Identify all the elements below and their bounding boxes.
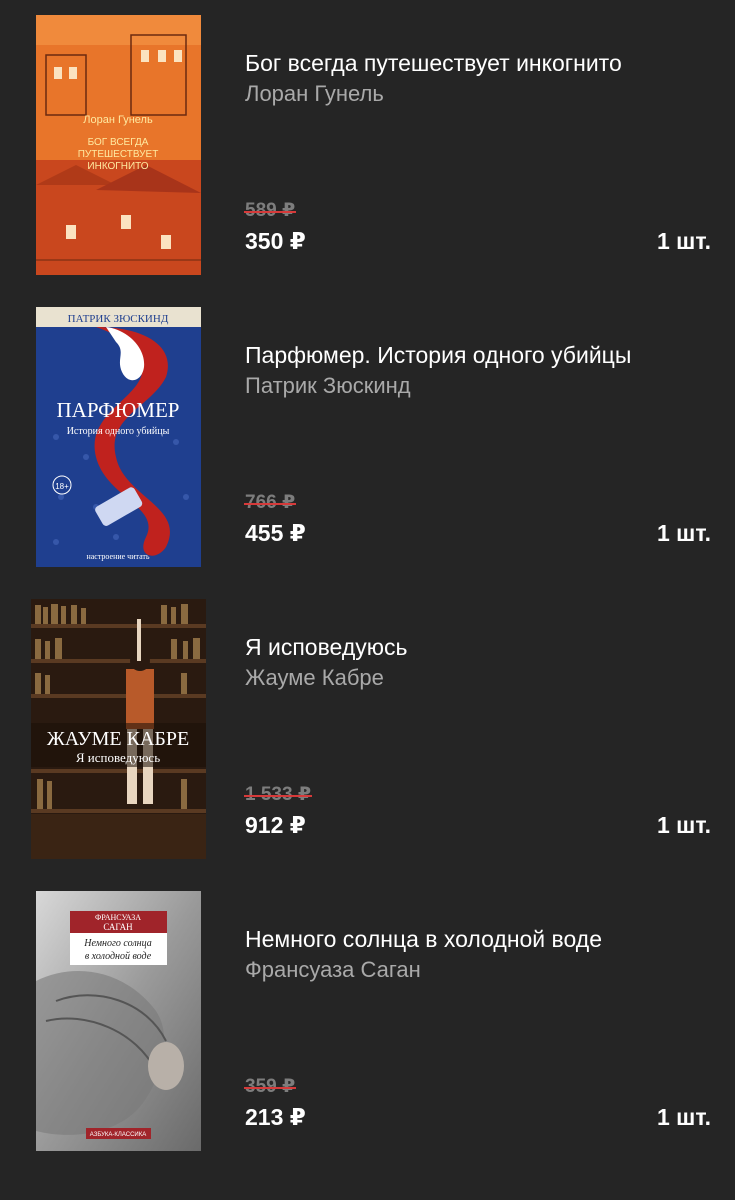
- book-author: Франсуаза Саган: [245, 957, 421, 982]
- book-cover-image[interactable]: ЖАУМЕ КАБРЕ Я исповедуюсь: [31, 599, 206, 859]
- current-price: 213 ₽: [245, 1104, 306, 1130]
- cover-title: Я исповедуюсь: [76, 750, 160, 765]
- cover-title-line: БОГ ВСЕГДА: [88, 137, 149, 148]
- cart-item[interactable]: ЖАУМЕ КАБРЕ Я исповедуюсь Я исповедуюсь …: [0, 599, 735, 891]
- cover-author: Лоран Гунель: [83, 114, 153, 126]
- cover-author-last: САГАН: [103, 922, 133, 932]
- strikethrough-line: [244, 211, 297, 213]
- quantity: 1 шт.: [657, 520, 711, 546]
- book-author: Лоран Гунель: [245, 81, 384, 106]
- quantity: 1 шт.: [657, 812, 711, 838]
- strikethrough-line: [244, 503, 297, 505]
- age-rating: 18+: [55, 482, 69, 491]
- cover-art: Лоран Гунель БОГ ВСЕГДА ПУТЕШЕСТВУЕТ ИНК…: [36, 15, 201, 275]
- strikethrough-line: [244, 1087, 297, 1089]
- cover-title-line: в холодной воде: [85, 951, 152, 962]
- quantity: 1 шт.: [657, 1104, 711, 1130]
- cover-author-first: ФРАНСУАЗА: [95, 913, 141, 922]
- cover-title: ПАРФЮМЕР: [56, 398, 179, 422]
- cover-art: ЖАУМЕ КАБРЕ Я исповедуюсь: [31, 599, 206, 859]
- book-cover-image[interactable]: ПАТРИК ЗЮСКИНД ПАРФЮМЕР История одного у…: [36, 307, 201, 567]
- current-price: 455 ₽: [245, 520, 306, 546]
- cart-item[interactable]: Лоран Гунель БОГ ВСЕГДА ПУТЕШЕСТВУЕТ ИНК…: [0, 15, 735, 307]
- cover-title-line: ИНКОГНИТО: [87, 161, 148, 172]
- book-author: Жауме Кабре: [245, 665, 384, 690]
- cover-author: ЖАУМЕ КАБРЕ: [47, 728, 189, 750]
- old-price: 1 533 ₽: [244, 783, 313, 807]
- book-author: Патрик Зюскинд: [245, 373, 411, 398]
- cart-item[interactable]: ФРАНСУАЗА САГАН Немного солнца в холодно…: [0, 891, 735, 1183]
- cart-item-list: Лоран Гунель БОГ ВСЕГДА ПУТЕШЕСТВУЕТ ИНК…: [0, 0, 735, 1200]
- cover-art: ПАТРИК ЗЮСКИНД ПАРФЮМЕР История одного у…: [36, 307, 201, 567]
- book-title[interactable]: Бог всегда путешествует инкогнито: [245, 49, 622, 77]
- old-price: 589 ₽: [244, 199, 297, 223]
- current-price: 350 ₽: [245, 228, 306, 254]
- book-cover-image[interactable]: Лоран Гунель БОГ ВСЕГДА ПУТЕШЕСТВУЕТ ИНК…: [36, 15, 201, 275]
- current-price: 912 ₽: [245, 812, 306, 838]
- cover-title-line: ПУТЕШЕСТВУЕТ: [78, 149, 159, 160]
- old-price: 766 ₽: [244, 491, 297, 515]
- book-title[interactable]: Немного солнца в холодной воде: [245, 925, 602, 953]
- old-price: 359 ₽: [244, 1075, 297, 1099]
- cover-art: ФРАНСУАЗА САГАН Немного солнца в холодно…: [36, 891, 201, 1151]
- quantity: 1 шт.: [657, 228, 711, 254]
- cart-item[interactable]: ПАТРИК ЗЮСКИНД ПАРФЮМЕР История одного у…: [0, 307, 735, 599]
- cover-publisher: настроение читать: [86, 552, 149, 561]
- book-title[interactable]: Парфюмер. История одного убийцы: [245, 341, 631, 369]
- strikethrough-line: [244, 795, 313, 797]
- cover-series: АЗБУКА-КЛАССИКА: [90, 1132, 146, 1138]
- book-title[interactable]: Я исповедуюсь: [245, 633, 408, 661]
- cover-title-line: Немного солнца: [83, 938, 152, 949]
- cover-author: ПАТРИК ЗЮСКИНД: [68, 313, 169, 325]
- book-cover-image[interactable]: ФРАНСУАЗА САГАН Немного солнца в холодно…: [36, 891, 201, 1151]
- cover-subtitle: История одного убийцы: [67, 426, 170, 437]
